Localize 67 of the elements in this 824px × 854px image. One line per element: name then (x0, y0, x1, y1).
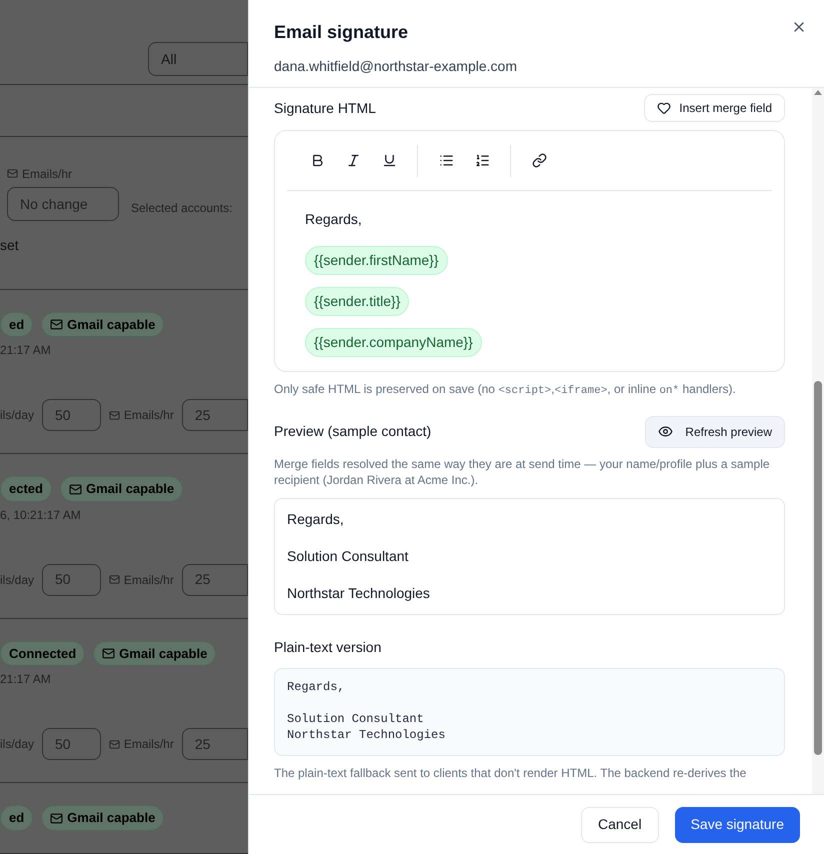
mail-icon (102, 647, 116, 660)
emails-per-hour-field[interactable]: 25 (182, 399, 248, 432)
status-badge: Gmail capable (93, 640, 216, 666)
field-label: ils/day (0, 572, 34, 589)
editor-text: Regards, (305, 210, 362, 229)
mail-icon (108, 738, 120, 750)
plain-text-note: The plain-text fallback sent to clients that don't render HTML. The backend re-derives the (274, 764, 748, 782)
panel-title: Email signature (274, 21, 410, 44)
status-badge: Gmail capable (60, 476, 184, 502)
timestamp-text: 6, 10:21:17 AM (0, 506, 82, 524)
emails-per-hour-field[interactable]: 25 (182, 728, 248, 760)
section-label: Preview (sample contact) (274, 422, 432, 441)
status-badge: ed (0, 805, 34, 831)
emails-per-day-field[interactable]: 50 (42, 728, 101, 760)
scrollbar[interactable] (812, 88, 824, 794)
preview-line: Regards, (287, 510, 345, 529)
preview-line: Solution Consultant (287, 546, 410, 566)
merge-field-chip: {{sender.firstName}} (305, 246, 448, 275)
mail-icon (68, 482, 82, 496)
filter-select[interactable]: All (148, 42, 248, 76)
mail-icon (7, 168, 18, 180)
field-label: Emails/hr (124, 736, 174, 754)
field-label: ils/day (0, 736, 34, 754)
status-badge: Gmail capable (41, 805, 164, 831)
emails-per-day-field[interactable]: 50 (42, 399, 101, 432)
selected-accounts-text: Selected accounts: (131, 200, 232, 217)
cancel-button[interactable]: Cancel (581, 806, 659, 842)
numbered-list-icon (474, 153, 490, 168)
rich-text-editor[interactable]: Regards, {{sender.firstName}} {{sender.title}} {{sender.companyName}} (274, 130, 785, 372)
refresh-preview-button[interactable]: Refresh preview (645, 416, 785, 448)
bullet-list-icon (438, 153, 454, 168)
italic-icon (346, 153, 360, 168)
field-label: Emails/hr (124, 572, 174, 589)
insert-merge-field-button[interactable]: Insert merge field (644, 94, 785, 122)
link-icon (532, 153, 546, 168)
mail-icon (108, 410, 120, 421)
scrollbar-thumb[interactable] (814, 381, 822, 755)
status-badge: Gmail capable (41, 312, 164, 338)
mail-icon (108, 574, 120, 586)
merge-field-chip: {{sender.companyName}} (305, 328, 482, 357)
scroll-up-arrow-icon[interactable] (814, 90, 822, 95)
preview-description: Merge fields resolved the same way they are at send time — your name/profile plus a sample recipient (Jordan Rivera at Acme Inc.). (274, 456, 771, 488)
field-label: Emails/hr (22, 166, 72, 183)
heart-icon (657, 101, 672, 115)
emails-per-hour-field[interactable]: 25 (182, 564, 248, 596)
timestamp-text: 21:17 AM (0, 671, 52, 688)
underline-icon (382, 153, 396, 168)
safe-html-hint: Only safe HTML is preserved on save (no <script>,<iframe>, or inline on* handlers). (274, 381, 737, 399)
mail-icon (50, 812, 64, 825)
status-badge: ected (0, 476, 52, 502)
field-label: ils/day (0, 407, 34, 424)
field-label: Emails/hr (124, 407, 174, 424)
eye-icon (658, 424, 674, 439)
emails-per-day-field[interactable]: 50 (42, 564, 101, 596)
plain-text-box: Regards, Solution Consultant Northstar Technologies (274, 668, 785, 756)
section-heading: set (0, 236, 20, 255)
emails-per-hour-field[interactable]: No change (7, 186, 119, 221)
merge-field-chip: {{sender.title}} (305, 287, 410, 316)
status-badge: Connected (0, 640, 86, 666)
section-label: Plain-text version (274, 638, 382, 656)
save-signature-button[interactable]: Save signature (674, 806, 800, 842)
status-badge: ed (0, 312, 34, 338)
section-label: Signature HTML (274, 98, 376, 118)
mail-icon (50, 318, 64, 332)
preview-line: Northstar Technologies (287, 584, 431, 603)
timestamp-text: 21:17 AM (0, 342, 52, 360)
account-email: dana.whitfield@northstar-example.com (274, 57, 517, 76)
